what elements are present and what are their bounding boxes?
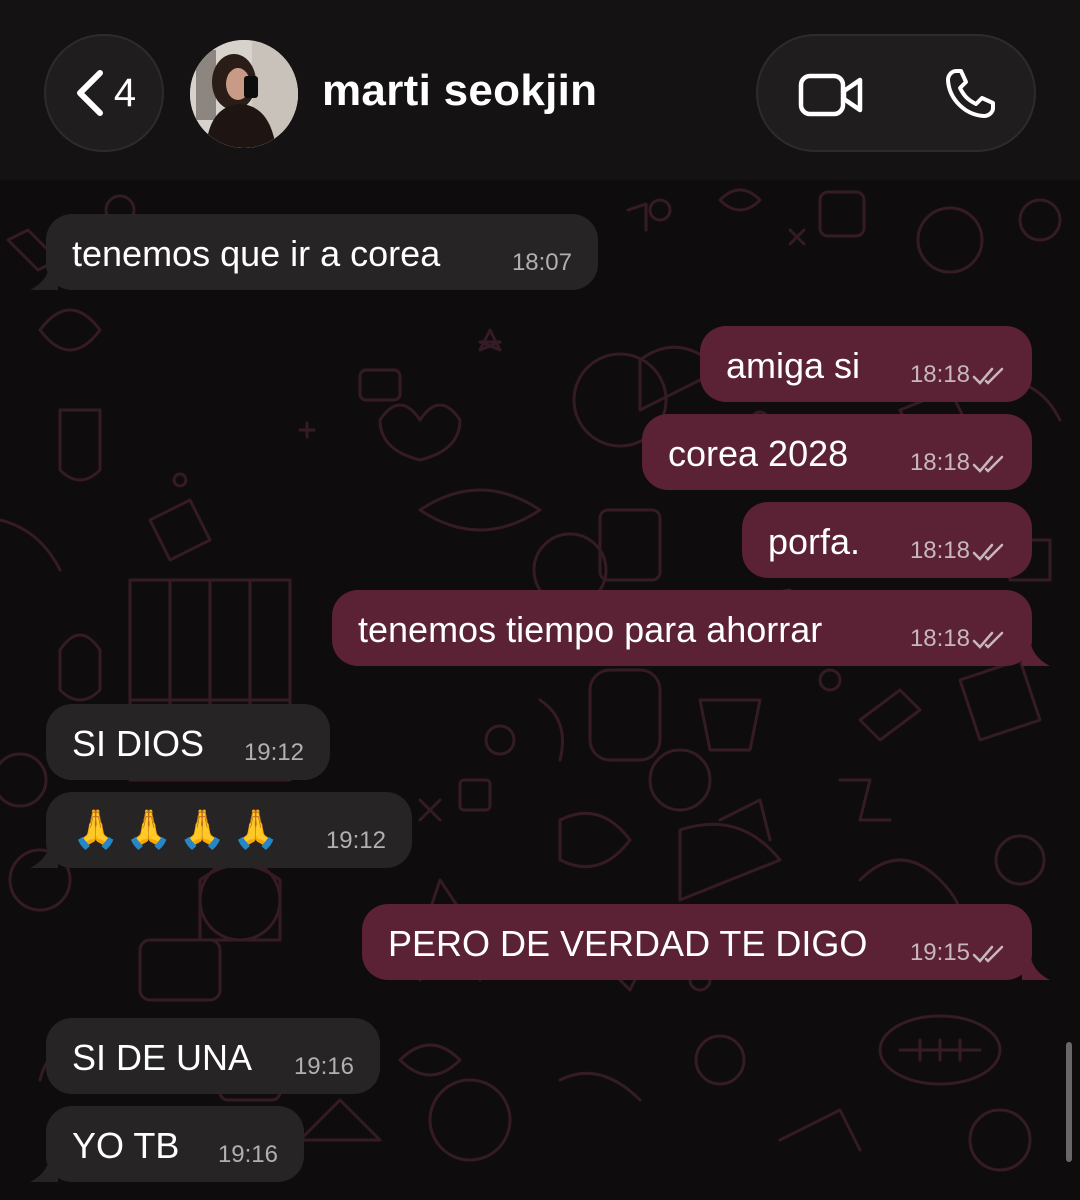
message-text: tenemos tiempo para ahorrar bbox=[358, 609, 823, 650]
chat-header: 4 marti seokjin bbox=[0, 0, 1080, 180]
unread-count: 4 bbox=[113, 70, 137, 115]
bubble-tail bbox=[1022, 950, 1050, 980]
message-bubble-outgoing[interactable]: PERO DE VERDAD TE DIGO 19:15 bbox=[362, 904, 1032, 980]
message-bubble-outgoing[interactable]: porfa. 18:18 bbox=[742, 502, 1032, 578]
back-button[interactable]: 4 bbox=[44, 34, 164, 152]
message-time: 18:18 bbox=[909, 625, 970, 652]
message-time: 19:16 bbox=[217, 1141, 278, 1168]
message-bubble-incoming[interactable]: YO TB 19:16 bbox=[46, 1106, 304, 1182]
message-bubble-incoming[interactable]: SI DIOS 19:12 bbox=[46, 704, 330, 780]
double-check-icon bbox=[972, 945, 1004, 963]
call-actions bbox=[756, 34, 1036, 152]
message-time: 18:18 bbox=[909, 361, 970, 388]
message-time: 19:12 bbox=[243, 739, 304, 766]
bubble-tail bbox=[30, 1152, 58, 1182]
avatar[interactable] bbox=[190, 40, 298, 148]
message-text: SI DE UNA bbox=[72, 1037, 253, 1078]
contact-name[interactable]: marti seokjin bbox=[322, 66, 597, 116]
message-time: 18:18 bbox=[909, 449, 970, 476]
message-time: 19:12 bbox=[325, 827, 386, 854]
message-bubble-incoming[interactable]: 🙏🙏🙏🙏 19:12 bbox=[46, 792, 412, 868]
message-bubble-outgoing[interactable]: amiga si 18:18 bbox=[700, 326, 1032, 402]
double-check-icon bbox=[972, 631, 1004, 649]
message-bubble-outgoing[interactable]: tenemos tiempo para ahorrar 18:18 bbox=[332, 590, 1032, 666]
message-list[interactable]: tenemos que ir a corea 18:07 amiga si 18… bbox=[0, 180, 1080, 1200]
message-bubble-incoming[interactable]: tenemos que ir a corea 18:07 bbox=[46, 214, 598, 290]
double-check-icon bbox=[972, 367, 1004, 385]
message-time: 18:07 bbox=[511, 249, 572, 276]
avatar-photo bbox=[190, 40, 298, 148]
message-time: 19:16 bbox=[293, 1053, 354, 1080]
bubble-tail bbox=[30, 260, 58, 290]
double-check-icon bbox=[972, 543, 1004, 561]
message-bubble-incoming[interactable]: SI DE UNA 19:16 bbox=[46, 1018, 380, 1094]
video-camera-icon[interactable] bbox=[798, 70, 864, 120]
message-text: amiga si bbox=[726, 345, 861, 386]
message-text: 🙏🙏🙏🙏 bbox=[72, 809, 286, 851]
bubble-tail bbox=[1022, 636, 1050, 666]
bubble-tail bbox=[30, 838, 58, 868]
message-text: tenemos que ir a corea bbox=[72, 233, 441, 274]
chevron-left-icon bbox=[76, 70, 103, 116]
message-text: porfa. bbox=[768, 521, 861, 562]
message-time: 19:15 bbox=[909, 939, 970, 966]
phone-icon[interactable] bbox=[942, 66, 998, 122]
message-time: 18:18 bbox=[909, 537, 970, 564]
message-text: SI DIOS bbox=[72, 723, 205, 764]
message-text: PERO DE VERDAD TE DIGO bbox=[388, 923, 868, 964]
message-text: corea 2028 bbox=[668, 433, 849, 474]
message-text: YO TB bbox=[72, 1125, 180, 1166]
scrollbar[interactable] bbox=[1066, 1042, 1072, 1162]
message-bubble-outgoing[interactable]: corea 2028 18:18 bbox=[642, 414, 1032, 490]
double-check-icon bbox=[972, 455, 1004, 473]
